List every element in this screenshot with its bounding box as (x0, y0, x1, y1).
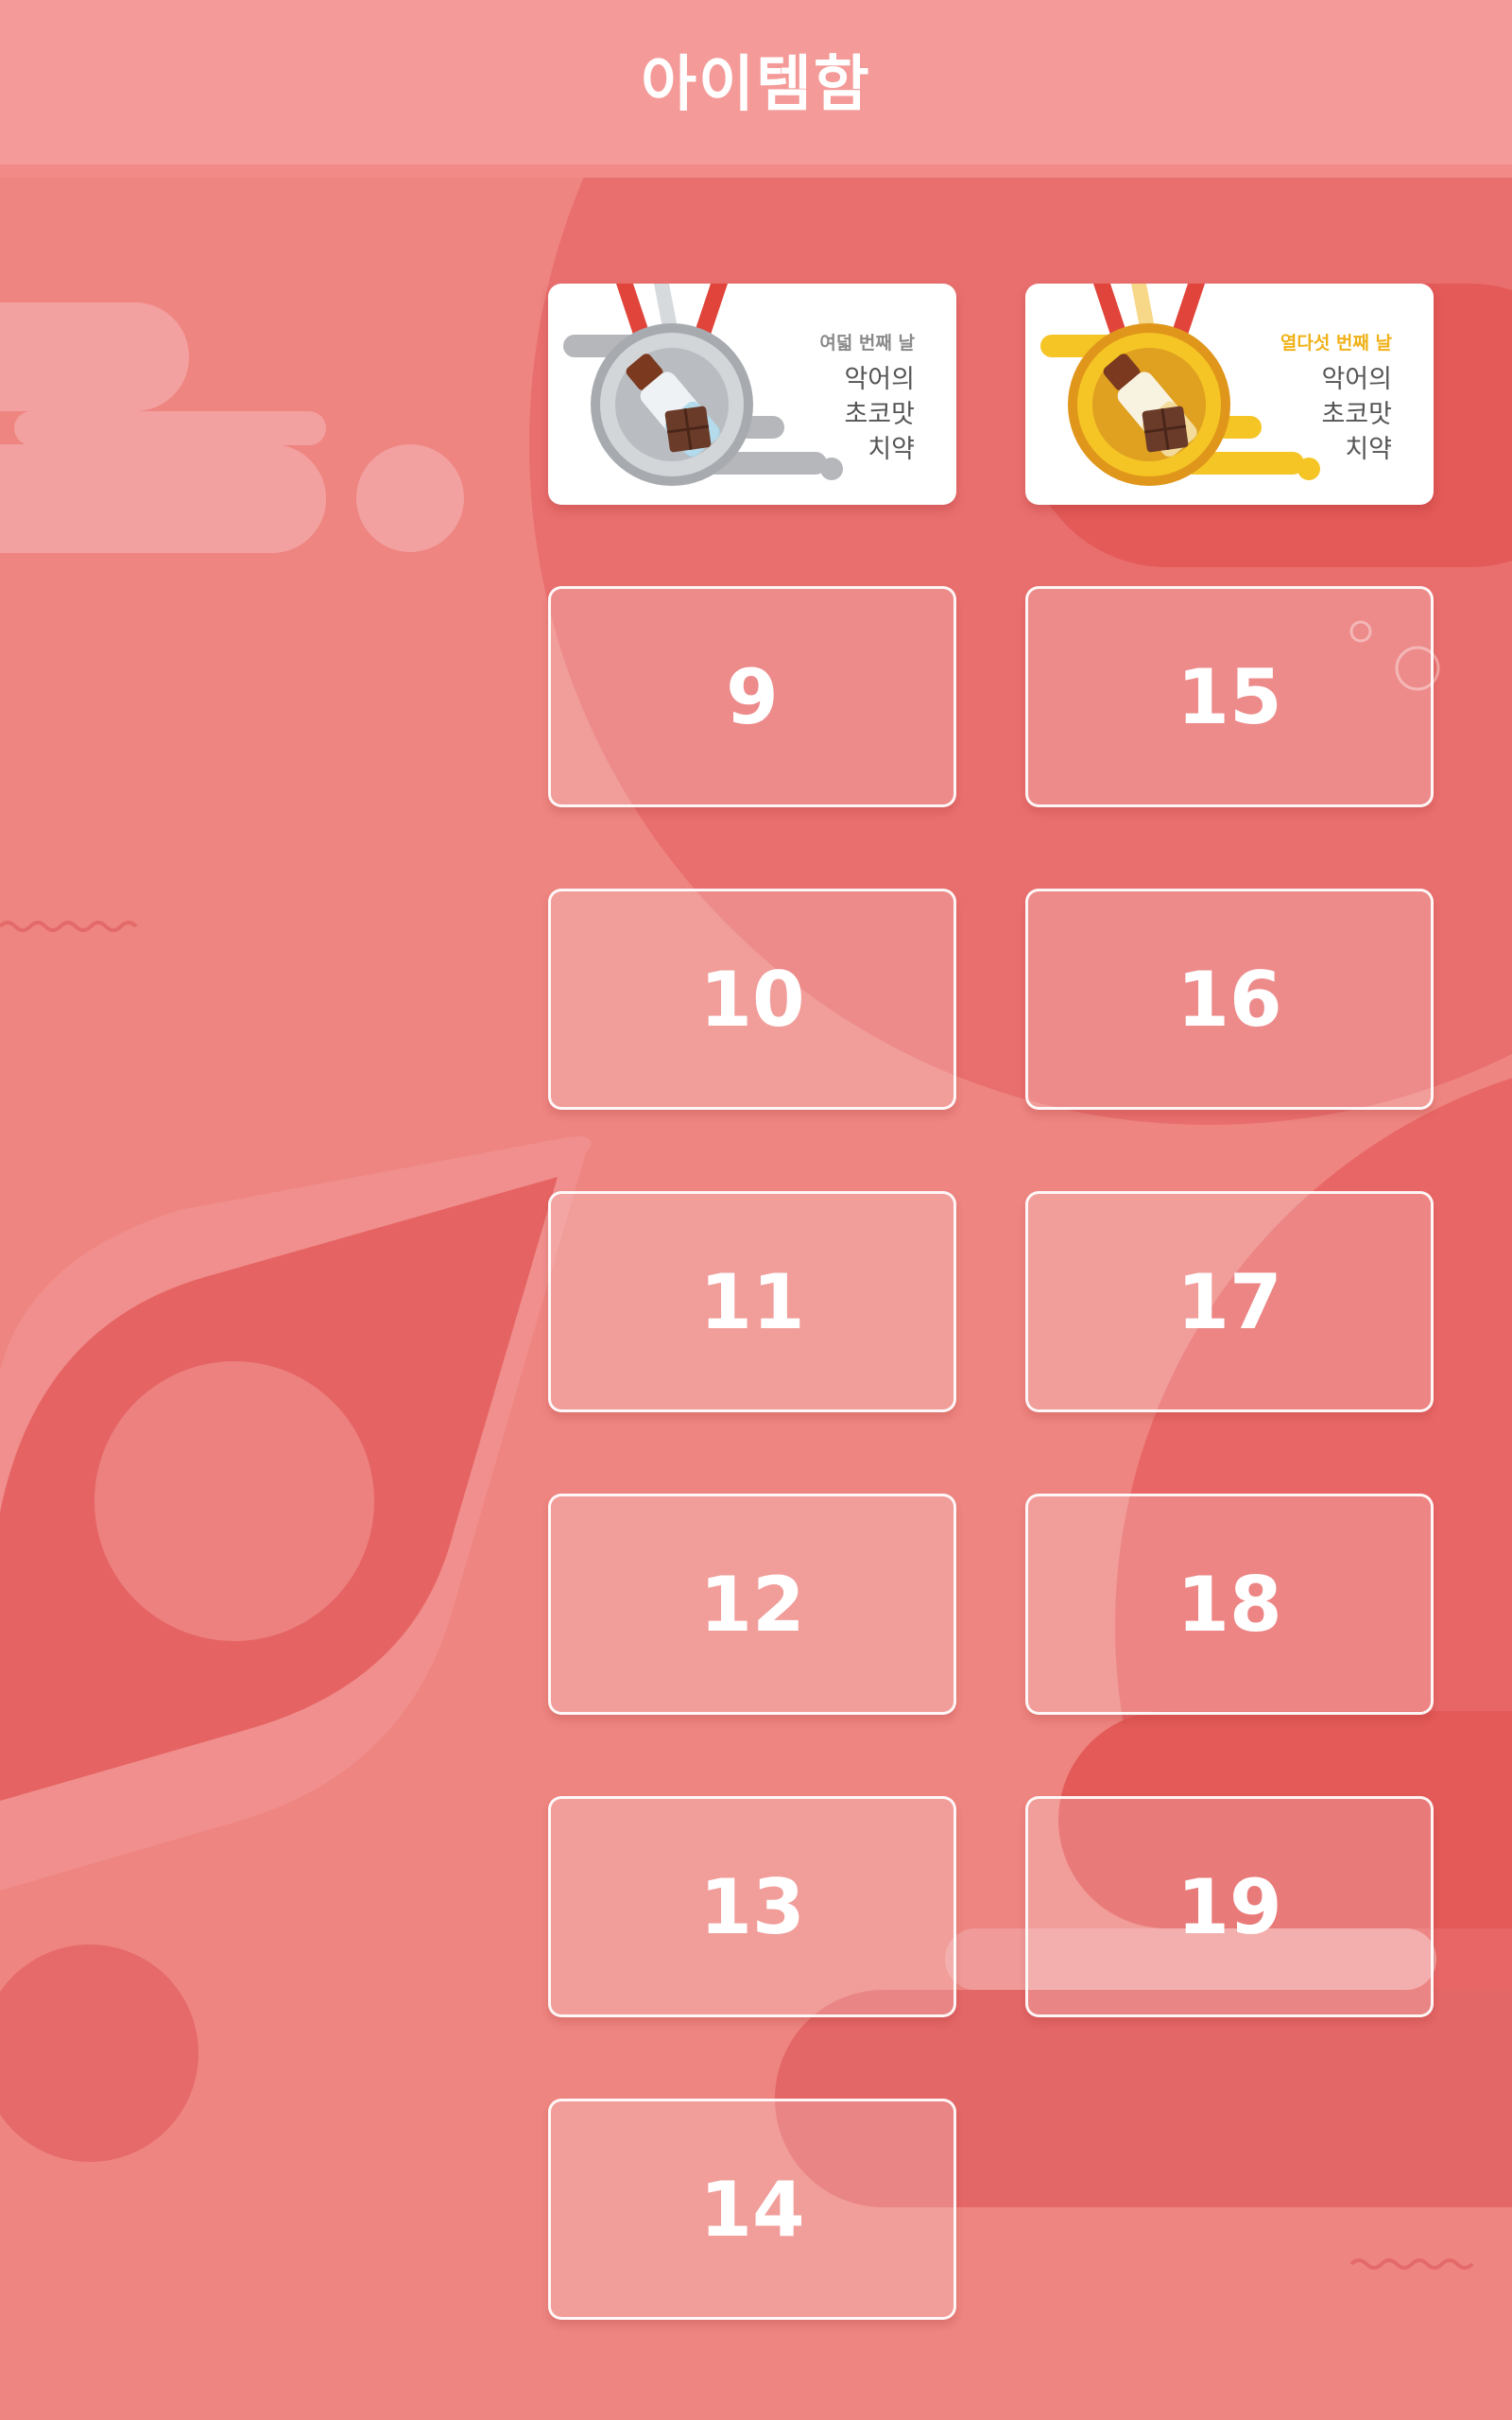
day-number: 15 (1177, 652, 1282, 741)
medal-name-line: 초코맛 (844, 400, 915, 429)
medal-name-line: 치약 (1345, 435, 1392, 464)
day-tile[interactable]: 19 (1025, 1796, 1434, 2017)
medal-name-line: 악어의 (844, 365, 915, 394)
day-tile[interactable]: 9 (548, 586, 956, 807)
day-tile[interactable]: 15 (1025, 586, 1434, 807)
medal-name-line: 초코맛 (1321, 400, 1392, 429)
medal-card-gold[interactable]: 열다섯 번째 날 악어의 초코맛 치약 (1025, 284, 1434, 505)
day-tile[interactable]: 12 (548, 1494, 956, 1715)
day-number: 18 (1177, 1560, 1282, 1649)
item-grid: 여덟 번째 날 악어의 초코맛 치약 열다섯 번째 날 악어의 초코맛 치약 9… (0, 0, 1512, 2420)
day-number: 10 (699, 955, 805, 1044)
day-number: 17 (1177, 1257, 1282, 1346)
day-number: 11 (699, 1257, 805, 1346)
day-tile[interactable]: 10 (548, 889, 956, 1110)
day-number: 13 (699, 1862, 805, 1951)
day-number: 12 (699, 1560, 805, 1649)
day-number: 19 (1177, 1862, 1282, 1951)
day-tile[interactable]: 17 (1025, 1191, 1434, 1412)
medal-day-label: 여덟 번째 날 (819, 333, 915, 354)
medal-card-silver[interactable]: 여덟 번째 날 악어의 초코맛 치약 (548, 284, 956, 505)
medal-name-line: 악어의 (1321, 365, 1392, 394)
day-tile[interactable]: 16 (1025, 889, 1434, 1110)
day-tile[interactable]: 11 (548, 1191, 956, 1412)
day-tile[interactable]: 13 (548, 1796, 956, 2017)
medal-name-line: 치약 (868, 435, 915, 464)
day-number: 9 (726, 652, 779, 741)
day-number: 14 (699, 2165, 805, 2254)
day-number: 16 (1177, 955, 1282, 1044)
medal-day-label: 열다섯 번째 날 (1280, 333, 1392, 354)
medal-text: 열다섯 번째 날 악어의 초코맛 치약 (1280, 329, 1392, 467)
day-tile[interactable]: 18 (1025, 1494, 1434, 1715)
medal-text: 여덟 번째 날 악어의 초코맛 치약 (819, 329, 915, 467)
day-tile[interactable]: 14 (548, 2099, 956, 2320)
